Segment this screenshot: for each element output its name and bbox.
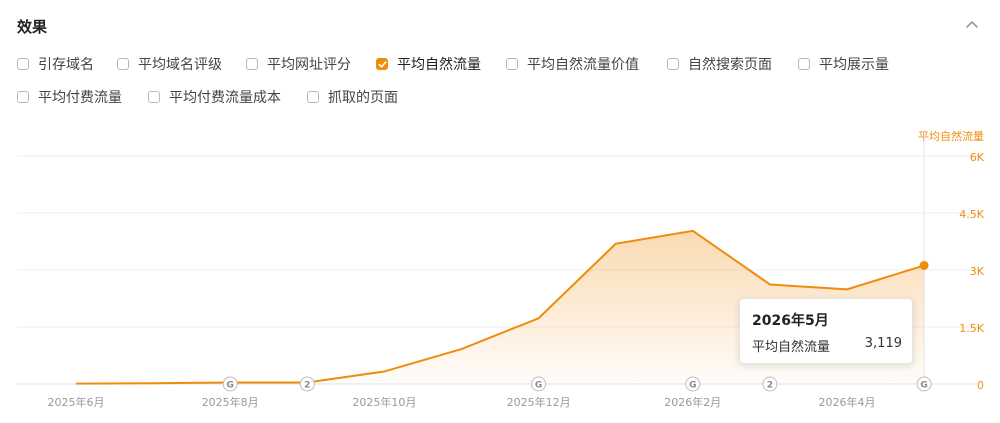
x-tick-label: 2026年2月: [664, 395, 721, 409]
metric-label: 平均付费流量成本: [169, 90, 281, 106]
metric-label: 平均展示量: [819, 57, 889, 73]
tooltip-value: 3,119: [864, 336, 902, 351]
metric-checkbox[interactable]: 平均自然流量价值: [506, 53, 639, 75]
metric-checkbox[interactable]: 抓取的页面: [307, 86, 398, 108]
check-icon: [307, 91, 319, 103]
check-icon: [667, 58, 679, 70]
check-icon: [798, 58, 810, 70]
annotation-marker-label: 2: [767, 381, 773, 391]
annotation-marker-label: G: [227, 381, 234, 391]
check-icon: [17, 58, 29, 70]
y-tick-label: 4.5K: [959, 208, 984, 221]
check-icon: [17, 91, 29, 103]
y-tick-label: 6K: [970, 151, 985, 164]
check-icon: [148, 91, 160, 103]
metric-label: 抓取的页面: [328, 90, 398, 106]
metric-label: 自然搜索页面: [688, 57, 772, 73]
traffic-chart: 0 1.5K 3K 4.5K 6K 平均自然流量 G 2 G G 2 G 2025年6月 2025年8月 2…: [17, 129, 985, 409]
metric-checkbox[interactable]: 平均域名评级: [117, 53, 222, 75]
check-icon: [376, 58, 388, 70]
check-icon: [506, 58, 518, 70]
metric-checkbox[interactable]: 平均付费流量: [17, 86, 122, 108]
annotation-marker-label: G: [689, 381, 696, 391]
metric-checkbox[interactable]: 引存域名: [17, 53, 94, 75]
metric-label: 平均域名评级: [138, 57, 222, 73]
metric-label: 平均自然流量: [397, 57, 481, 73]
x-tick-label: 2025年10月: [352, 395, 416, 409]
annotation-marker-label: G: [920, 381, 927, 391]
y-axis-title: 平均自然流量: [918, 129, 984, 143]
chevron-up-icon[interactable]: [962, 14, 982, 34]
chart-tooltip: 2026年5月 平均自然流量 3,119: [739, 298, 913, 364]
metric-checkbox[interactable]: 平均自然流量: [376, 53, 481, 75]
metric-checkbox[interactable]: 自然搜索页面: [667, 53, 772, 75]
y-tick-label: 3K: [970, 265, 985, 278]
metric-label: 平均付费流量: [38, 90, 122, 106]
x-tick-label: 2026年4月: [819, 395, 876, 409]
tooltip-series-name: 平均自然流量: [752, 340, 831, 355]
annotation-marker-label: 2: [304, 381, 310, 391]
x-tick-label: 2025年6月: [48, 395, 105, 409]
active-point: [919, 260, 929, 270]
metric-label: 平均网址评分: [267, 57, 351, 73]
metric-checkbox[interactable]: 平均付费流量成本: [148, 86, 281, 108]
x-tick-label: 2025年8月: [202, 395, 259, 409]
metric-label: 引存域名: [38, 57, 94, 73]
metric-label: 平均自然流量价值: [527, 57, 639, 73]
x-tick-label: 2025年12月: [507, 395, 571, 409]
check-icon: [246, 58, 258, 70]
tooltip-title: 2026年5月: [752, 313, 829, 329]
metric-checkbox[interactable]: 平均展示量: [798, 53, 889, 75]
y-tick-label: 0: [977, 379, 984, 392]
y-tick-label: 1.5K: [959, 322, 984, 335]
annotation-marker-label: G: [535, 381, 542, 391]
section-title: 效果: [17, 18, 48, 36]
check-icon: [117, 58, 129, 70]
metric-checkbox[interactable]: 平均网址评分: [246, 53, 351, 75]
